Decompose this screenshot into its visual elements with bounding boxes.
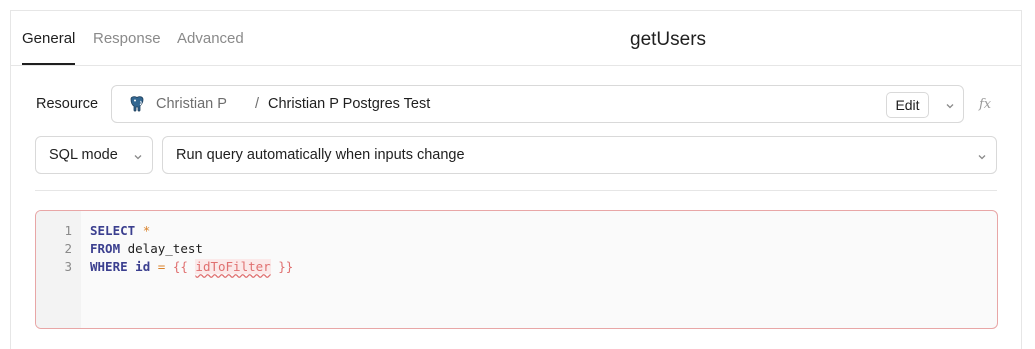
code-token: *: [142, 223, 151, 238]
resource-label: Resource: [36, 96, 99, 112]
line-number: 3: [64, 259, 72, 274]
chevron-down-icon[interactable]: [944, 99, 956, 111]
fx-icon[interactable]: fx: [978, 94, 998, 114]
resource-select[interactable]: Christian P / Christian P Postgres Test …: [111, 85, 964, 123]
sql-mode-select[interactable]: SQL mode: [35, 136, 153, 174]
line-number-gutter: 1 2 3: [36, 211, 81, 328]
sql-code-editor[interactable]: 1 2 3 SELECT * FROM delay_test WHERE id …: [35, 210, 998, 329]
tab-bar: General Response Advanced getUsers: [11, 11, 1021, 66]
code-token: delay_test: [120, 241, 203, 256]
resource-owner: Christian P: [156, 96, 227, 112]
run-trigger-value: Run query automatically when inputs chan…: [176, 147, 465, 163]
tab-advanced[interactable]: Advanced: [177, 30, 244, 47]
section-divider: [35, 190, 997, 191]
code-token: }}: [278, 259, 294, 274]
run-trigger-select[interactable]: Run query automatically when inputs chan…: [162, 136, 997, 174]
code-token: idToFilter: [195, 259, 271, 274]
code-token: WHERE: [90, 259, 128, 274]
code-token: FROM: [90, 241, 121, 256]
query-editor-panel: General Response Advanced getUsers Resou…: [10, 10, 1022, 349]
query-name-title[interactable]: getUsers: [630, 29, 706, 51]
chevron-down-icon: [132, 150, 144, 162]
code-token: {{: [172, 259, 188, 274]
resource-name: Christian P Postgres Test: [268, 96, 431, 112]
edit-resource-button[interactable]: Edit: [886, 92, 929, 118]
code-line[interactable]: FROM delay_test: [90, 241, 203, 256]
line-number: 1: [64, 223, 72, 238]
code-line[interactable]: SELECT *: [90, 223, 150, 238]
tab-response[interactable]: Response: [93, 30, 161, 47]
chevron-down-icon: [976, 150, 988, 162]
code-line[interactable]: WHERE id = {{ idToFilter }}: [90, 259, 293, 274]
line-number: 2: [64, 241, 72, 256]
postgres-elephant-icon: [128, 95, 146, 113]
code-token: id: [135, 259, 151, 274]
svg-text:fx: fx: [978, 97, 992, 112]
active-tab-indicator: [22, 63, 75, 65]
tab-general[interactable]: General: [22, 30, 75, 47]
code-token: SELECT: [90, 223, 136, 238]
sql-mode-value: SQL mode: [49, 147, 118, 163]
resource-separator: /: [255, 96, 260, 112]
